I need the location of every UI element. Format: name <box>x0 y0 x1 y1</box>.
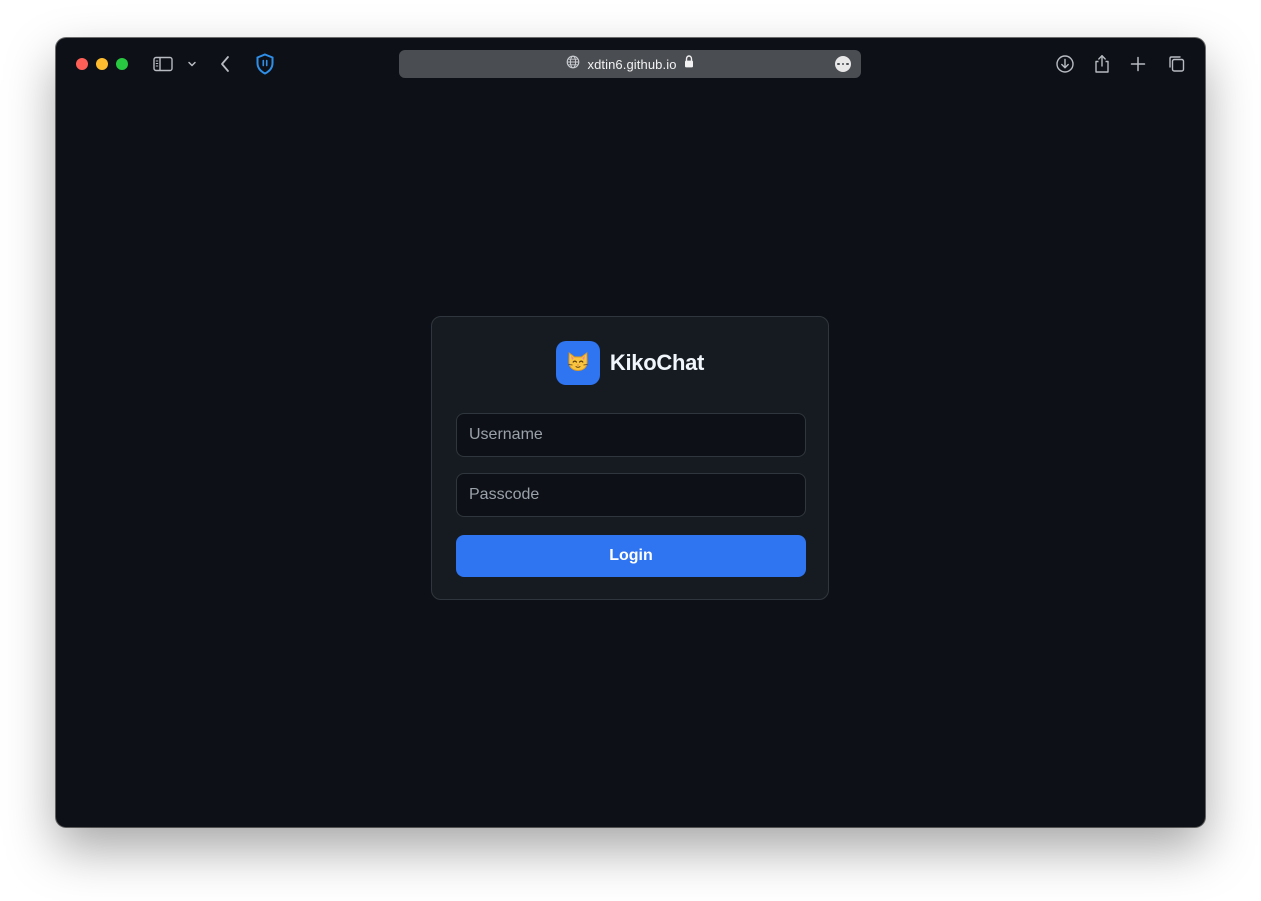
download-icon[interactable] <box>1053 52 1077 76</box>
browser-toolbar: xdtin6.github.io <box>56 38 1205 90</box>
chevron-down-icon[interactable] <box>180 52 204 76</box>
more-icon[interactable] <box>835 56 851 72</box>
login-button[interactable]: Login <box>456 535 806 577</box>
login-card: KikoChat Login <box>431 316 829 600</box>
close-window-button[interactable] <box>76 58 88 70</box>
app-name: KikoChat <box>609 350 705 375</box>
globe-icon <box>566 55 580 74</box>
passcode-input[interactable] <box>456 473 806 517</box>
username-input[interactable] <box>456 413 806 457</box>
plus-icon[interactable] <box>1126 52 1150 76</box>
url-text: xdtin6.github.io <box>587 56 677 72</box>
maximize-window-button[interactable] <box>116 58 128 70</box>
app-logo <box>555 341 600 385</box>
browser-window: xdtin6.github.io KikoChat Username Login <box>56 38 1205 827</box>
lock-icon <box>684 55 694 73</box>
tabs-overview-icon[interactable] <box>1164 52 1188 76</box>
minimize-window-button[interactable] <box>96 58 108 70</box>
cat-face-icon <box>566 350 590 377</box>
share-icon[interactable] <box>1090 52 1114 76</box>
shield-icon[interactable] <box>253 52 277 76</box>
brand-header: KikoChat <box>432 341 828 385</box>
sidebar-toggle-icon[interactable] <box>151 52 175 76</box>
back-arrow-icon[interactable] <box>213 52 237 76</box>
address-bar[interactable]: xdtin6.github.io <box>399 50 861 78</box>
